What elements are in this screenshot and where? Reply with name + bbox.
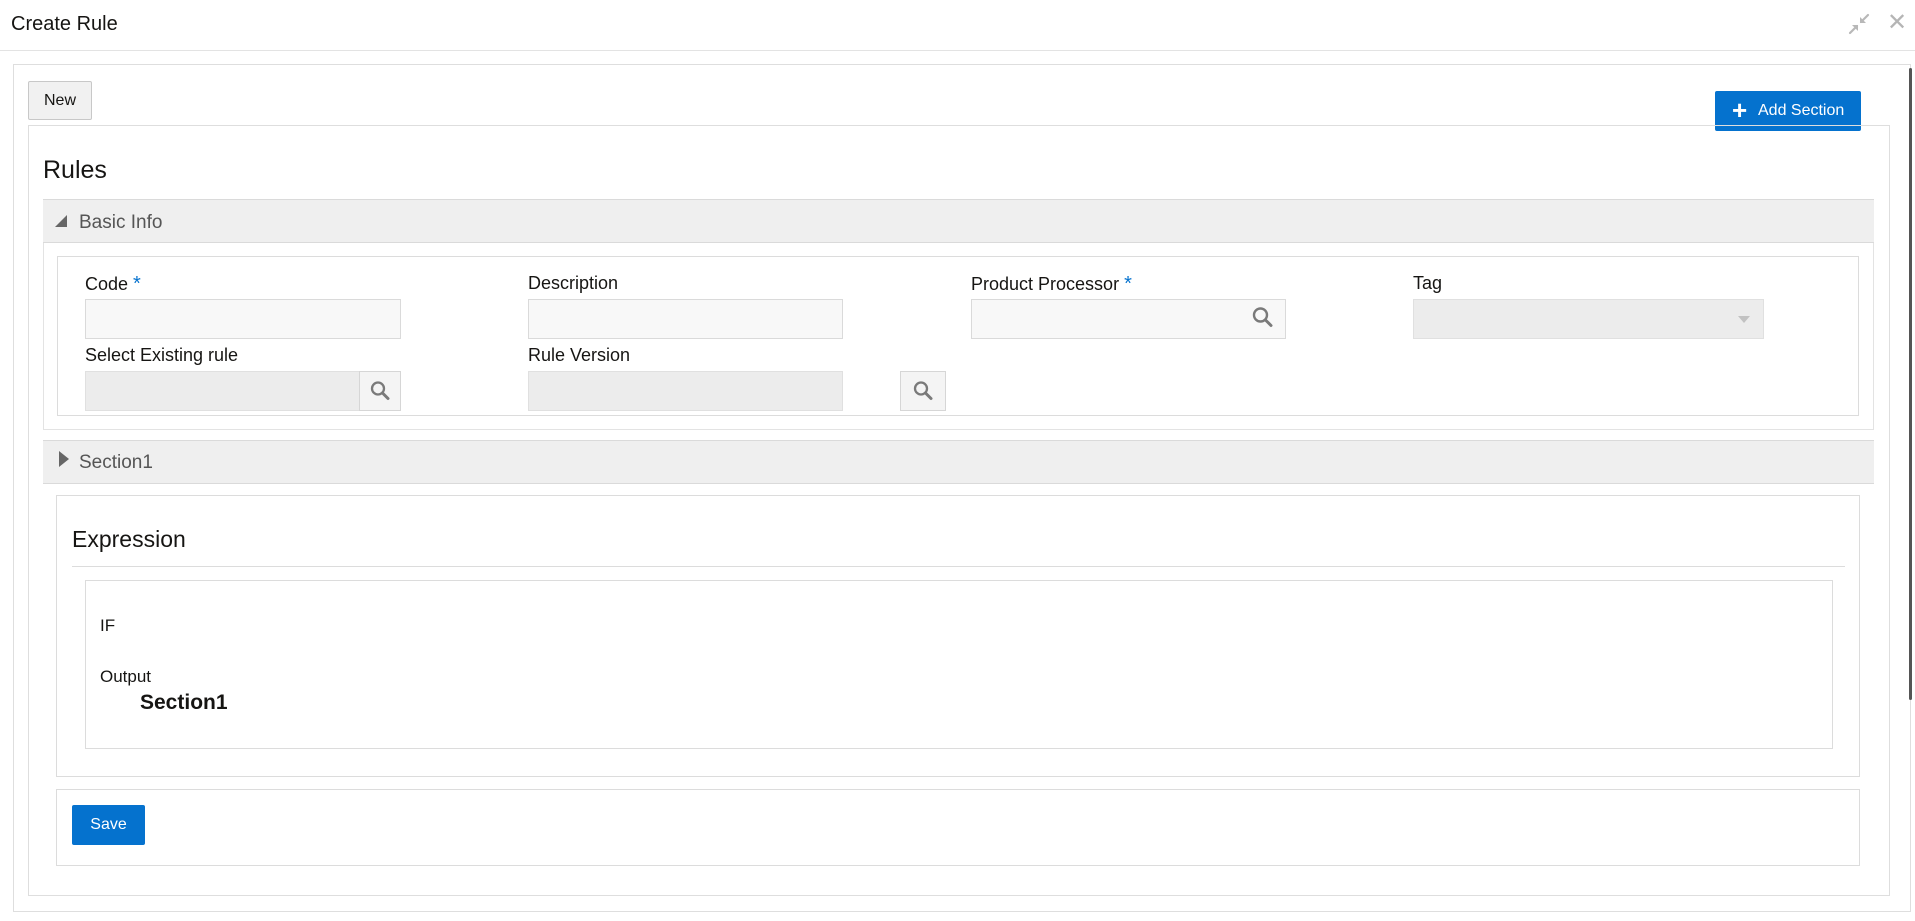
- triangle-down-icon[interactable]: [53, 213, 69, 229]
- dialog-title-bar: [0, 0, 1915, 51]
- chevron-down-icon: [1738, 316, 1750, 323]
- save-panel: [56, 789, 1860, 866]
- description-label: Description: [528, 273, 619, 293]
- dialog-title: Create Rule: [11, 13, 118, 35]
- section1-header[interactable]: [43, 440, 1874, 484]
- code-input[interactable]: [85, 299, 401, 339]
- output-label: Output: [100, 667, 152, 686]
- new-button[interactable]: New: [28, 81, 92, 120]
- rule-version-label: Rule Version: [528, 345, 631, 365]
- vertical-scrollbar[interactable]: [1909, 68, 1912, 700]
- code-label-text: Code: [85, 274, 129, 294]
- basic-info-title[interactable]: Basic Info: [79, 212, 162, 234]
- search-icon[interactable]: [1251, 305, 1275, 331]
- tag-label: Tag: [1413, 273, 1443, 293]
- required-asterisk: *: [133, 273, 141, 295]
- rule-version-search-button[interactable]: [900, 371, 946, 411]
- rule-version-input[interactable]: [528, 371, 843, 411]
- if-label: IF: [100, 616, 116, 635]
- required-asterisk: *: [1124, 273, 1132, 295]
- product-processor-label: Product Processor *: [971, 273, 1132, 296]
- page-title: Rules: [43, 156, 107, 184]
- plus-icon: +: [1732, 95, 1748, 125]
- select-existing-rule-label: Select Existing rule: [85, 345, 239, 365]
- select-existing-rule-input[interactable]: [85, 371, 361, 411]
- description-input[interactable]: [528, 299, 843, 339]
- product-processor-input[interactable]: [971, 299, 1286, 339]
- collapse-arrows-icon[interactable]: [1846, 11, 1872, 37]
- search-icon: [370, 381, 390, 400]
- close-icon[interactable]: ✕: [1886, 10, 1908, 36]
- code-label: Code *: [85, 273, 141, 296]
- search-icon: [913, 381, 933, 400]
- output-value: Section1: [140, 691, 228, 714]
- triangle-right-icon[interactable]: [57, 449, 71, 469]
- expression-title: Expression: [72, 526, 186, 552]
- product-processor-label-text: Product Processor: [971, 274, 1120, 294]
- tag-select[interactable]: [1413, 299, 1764, 339]
- expression-box: [85, 580, 1833, 749]
- divider: [72, 566, 1845, 567]
- save-button[interactable]: Save: [72, 805, 145, 845]
- section1-title[interactable]: Section1: [79, 452, 153, 474]
- select-existing-rule-search-button[interactable]: [359, 371, 401, 411]
- basic-info-header[interactable]: [43, 199, 1874, 243]
